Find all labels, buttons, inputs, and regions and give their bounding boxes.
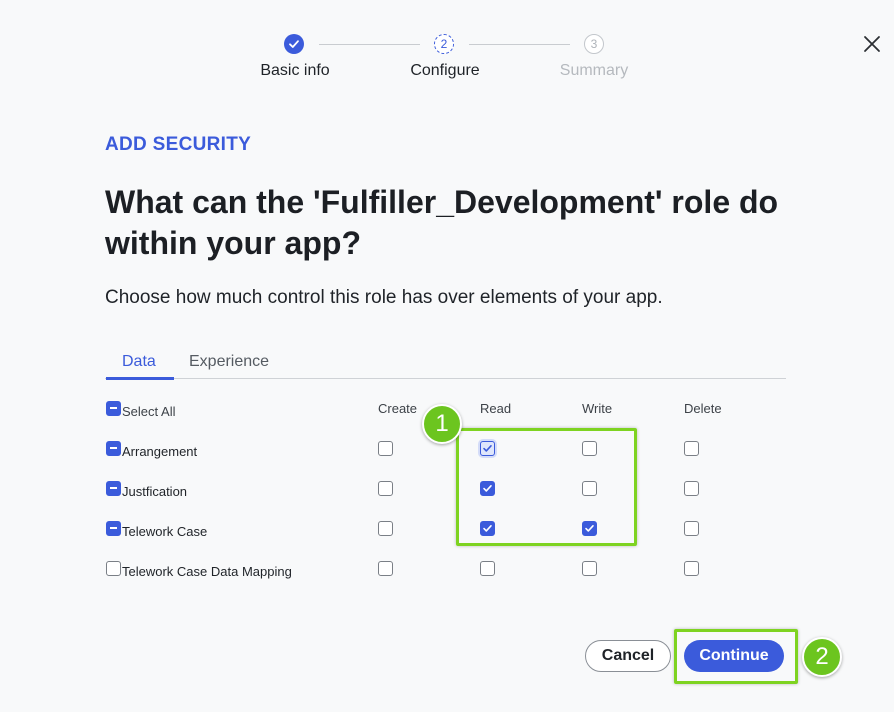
eyebrow-heading: ADD SECURITY [105, 134, 252, 155]
step-1-complete-icon [284, 34, 304, 54]
column-header-read: Read [480, 401, 512, 416]
telework-case-data-mapping-read-checkbox[interactable] [480, 561, 495, 576]
select-all-checkbox[interactable] [106, 401, 121, 416]
telework-case-delete-checkbox[interactable] [684, 521, 699, 536]
select-all-label: Select All [122, 404, 176, 419]
step-badge-1: 1 [422, 404, 462, 444]
page-title: What can the 'Fulfiller_Development' rol… [105, 184, 779, 261]
step-3-label: Summary [559, 62, 629, 79]
telework-case-data-mapping-delete-checkbox[interactable] [684, 561, 699, 576]
step-connector [469, 44, 570, 45]
close-button[interactable] [860, 32, 884, 56]
justfication-delete-checkbox[interactable] [684, 481, 699, 496]
tab-data[interactable]: Data [122, 353, 156, 371]
arrangement-delete-checkbox[interactable] [684, 441, 699, 456]
row-checkbox-telework-case-data-mapping[interactable] [106, 561, 121, 576]
step-3-number: 3 [584, 34, 604, 54]
step-2-number: 2 [434, 34, 454, 54]
row-checkbox-arrangement[interactable] [106, 441, 121, 456]
column-header-delete: Delete [684, 401, 722, 416]
cancel-button[interactable]: Cancel [585, 640, 671, 672]
highlight-box-continue [674, 629, 798, 684]
check-icon [289, 40, 299, 48]
tab-experience[interactable]: Experience [189, 353, 269, 371]
highlight-box-permissions [456, 428, 637, 546]
close-icon [864, 36, 880, 52]
row-label-arrangement: Arrangement [122, 444, 198, 459]
telework-case-data-mapping-create-checkbox[interactable] [378, 561, 393, 576]
row-label-telework-case-data-mapping: Telework Case Data Mapping [122, 564, 292, 579]
row-label-justfication: Justfication [122, 484, 188, 499]
row-checkbox-telework-case[interactable] [106, 521, 121, 536]
page-subtitle: Choose how much control this role has ov… [105, 287, 663, 308]
row-checkbox-justfication[interactable] [106, 481, 121, 496]
tabs-divider [105, 378, 786, 379]
step-1-label: Basic info [260, 62, 330, 79]
telework-case-data-mapping-write-checkbox[interactable] [582, 561, 597, 576]
arrangement-create-checkbox[interactable] [378, 441, 393, 456]
telework-case-create-checkbox[interactable] [378, 521, 393, 536]
step-connector [319, 44, 420, 45]
step-2-label: Configure [410, 62, 480, 79]
active-tab-indicator [106, 377, 174, 380]
justfication-create-checkbox[interactable] [378, 481, 393, 496]
column-header-write: Write [582, 401, 613, 416]
column-header-create: Create [378, 401, 418, 416]
row-label-telework-case: Telework Case [122, 524, 208, 539]
step-badge-2: 2 [802, 637, 842, 677]
